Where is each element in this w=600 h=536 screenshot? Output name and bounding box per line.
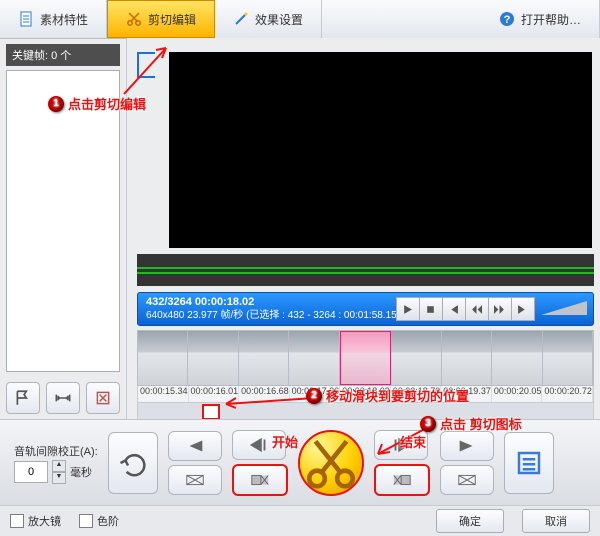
frame-thumb[interactable] (492, 331, 542, 385)
ruler-tick: 00:00:16.68 (239, 386, 290, 402)
audio-gap-input[interactable] (14, 461, 48, 483)
tab-cut-edit[interactable]: 剪切编辑 (107, 0, 215, 38)
ruler-tick: 00:00:18.03 (340, 386, 391, 402)
magnifier-checkbox[interactable]: 放大镜 (10, 513, 61, 529)
tab-label: 效果设置 (255, 11, 303, 28)
scissors-icon (300, 432, 362, 494)
mark-start-button[interactable] (232, 464, 288, 496)
tab-label: 剪切编辑 (148, 11, 196, 28)
ruler-tick: 00:00:19.37 (441, 386, 492, 402)
stretch-button[interactable] (46, 382, 80, 414)
help-icon: ? (499, 11, 515, 27)
tab-label: 素材特性 (40, 11, 88, 28)
frame-time-label: 432/3264 00:00:18.02 (146, 296, 400, 309)
audio-waveform[interactable] (137, 254, 594, 286)
keyframe-count-label: 关键帧: 0 个 (6, 44, 120, 66)
audio-gap-spinner[interactable]: ▲▼ (52, 460, 66, 484)
ruler-tick: 00:00:16.01 (189, 386, 240, 402)
audio-gap-group: 音轨间隙校正(A): ▲▼ 毫秒 (14, 443, 98, 484)
main-area: 关键帧: 0 个 432/3264 00:00:18.02 640x480 23… (0, 38, 600, 420)
bottom-toolbar: 音轨间隙校正(A): ▲▼ 毫秒 (0, 419, 600, 506)
ruler-tick: 00:00:17.36 (290, 386, 341, 402)
timeline-slider[interactable] (137, 403, 594, 420)
stop-button[interactable] (419, 297, 443, 321)
video-meta-label: 640x480 23.977 帧/秒 (已选择 : 432 - 3264 : 0… (146, 310, 400, 322)
ruler-tick: 00:00:20.05 (492, 386, 543, 402)
jump-to-start-button[interactable] (168, 431, 222, 461)
undo-button[interactable] (108, 432, 158, 494)
step-back-group (232, 430, 288, 496)
slider-handle[interactable] (202, 404, 220, 420)
wand-icon (233, 11, 249, 27)
playback-controls (397, 293, 587, 325)
play-button[interactable] (396, 297, 420, 321)
left-panel: 关键帧: 0 个 (0, 38, 127, 420)
list-button[interactable] (504, 432, 554, 494)
bracket-icon (137, 52, 155, 78)
jump-to-end-button[interactable] (440, 431, 494, 461)
frame-thumb[interactable] (188, 331, 238, 385)
top-tabs: 素材特性 剪切编辑 效果设置 ? 打开帮助… (0, 0, 600, 39)
scissors-icon (126, 11, 142, 27)
set-end-button[interactable] (440, 465, 494, 495)
audio-gap-label: 音轨间隙校正(A): (14, 443, 98, 459)
left-buttons (0, 376, 126, 420)
next-keyframe-button[interactable] (511, 297, 535, 321)
levels-checkbox[interactable]: 色阶 (79, 513, 119, 529)
right-panel: 432/3264 00:00:18.02 640x480 23.977 帧/秒 … (127, 38, 600, 420)
ok-button[interactable]: 确定 (436, 509, 504, 533)
footer: 放大镜 色阶 确定 取消 (0, 505, 600, 536)
prev-keyframe-button[interactable] (442, 297, 466, 321)
set-start-button[interactable] (168, 465, 222, 495)
frame-thumb[interactable] (138, 331, 188, 385)
ruler-tick: 00:00:18.70 (391, 386, 442, 402)
mark-in-group (168, 431, 222, 495)
keyframe-list[interactable] (6, 70, 120, 372)
svg-text:?: ? (504, 14, 511, 26)
preview-area (127, 38, 600, 248)
time-ruler: 00:00:15.34 00:00:16.01 00:00:16.68 00:0… (137, 386, 594, 403)
tab-effects[interactable]: 效果设置 (215, 0, 322, 38)
step-forward-button[interactable] (374, 430, 428, 460)
cancel-button[interactable]: 取消 (522, 509, 590, 533)
mark-out-group (440, 431, 494, 495)
frame-thumb[interactable] (543, 331, 593, 385)
ruler-tick: 00:00:20.72 (542, 386, 593, 402)
video-preview[interactable] (169, 52, 592, 248)
filmstrip[interactable] (137, 330, 594, 386)
tab-label: 打开帮助… (521, 11, 581, 28)
cut-button[interactable] (298, 430, 364, 496)
flag-button[interactable] (6, 382, 40, 414)
ruler-tick: 00:00:15.34 (138, 386, 189, 402)
checkbox-label: 放大镜 (28, 513, 61, 529)
playback-info-text: 432/3264 00:00:18.02 640x480 23.977 帧/秒 … (138, 294, 408, 323)
checkbox-label: 色阶 (97, 513, 119, 529)
page-icon (18, 11, 34, 27)
frame-thumb[interactable] (239, 331, 289, 385)
audio-gap-unit: 毫秒 (70, 464, 92, 480)
step-fwd-group (374, 430, 430, 496)
tab-material[interactable]: 素材特性 (0, 0, 107, 38)
frame-thumb-selected[interactable] (340, 331, 391, 385)
delete-button[interactable] (86, 382, 120, 414)
frame-thumb[interactable] (391, 331, 441, 385)
playback-info-bar: 432/3264 00:00:18.02 640x480 23.977 帧/秒 … (137, 292, 594, 326)
frame-thumb[interactable] (289, 331, 339, 385)
forward-button[interactable] (488, 297, 512, 321)
rewind-button[interactable] (465, 297, 489, 321)
step-back-button[interactable] (232, 430, 286, 460)
volume-slider[interactable] (541, 299, 587, 319)
frame-thumb[interactable] (442, 331, 492, 385)
mark-end-button[interactable] (374, 464, 430, 496)
tab-help[interactable]: ? 打开帮助… (481, 0, 600, 38)
